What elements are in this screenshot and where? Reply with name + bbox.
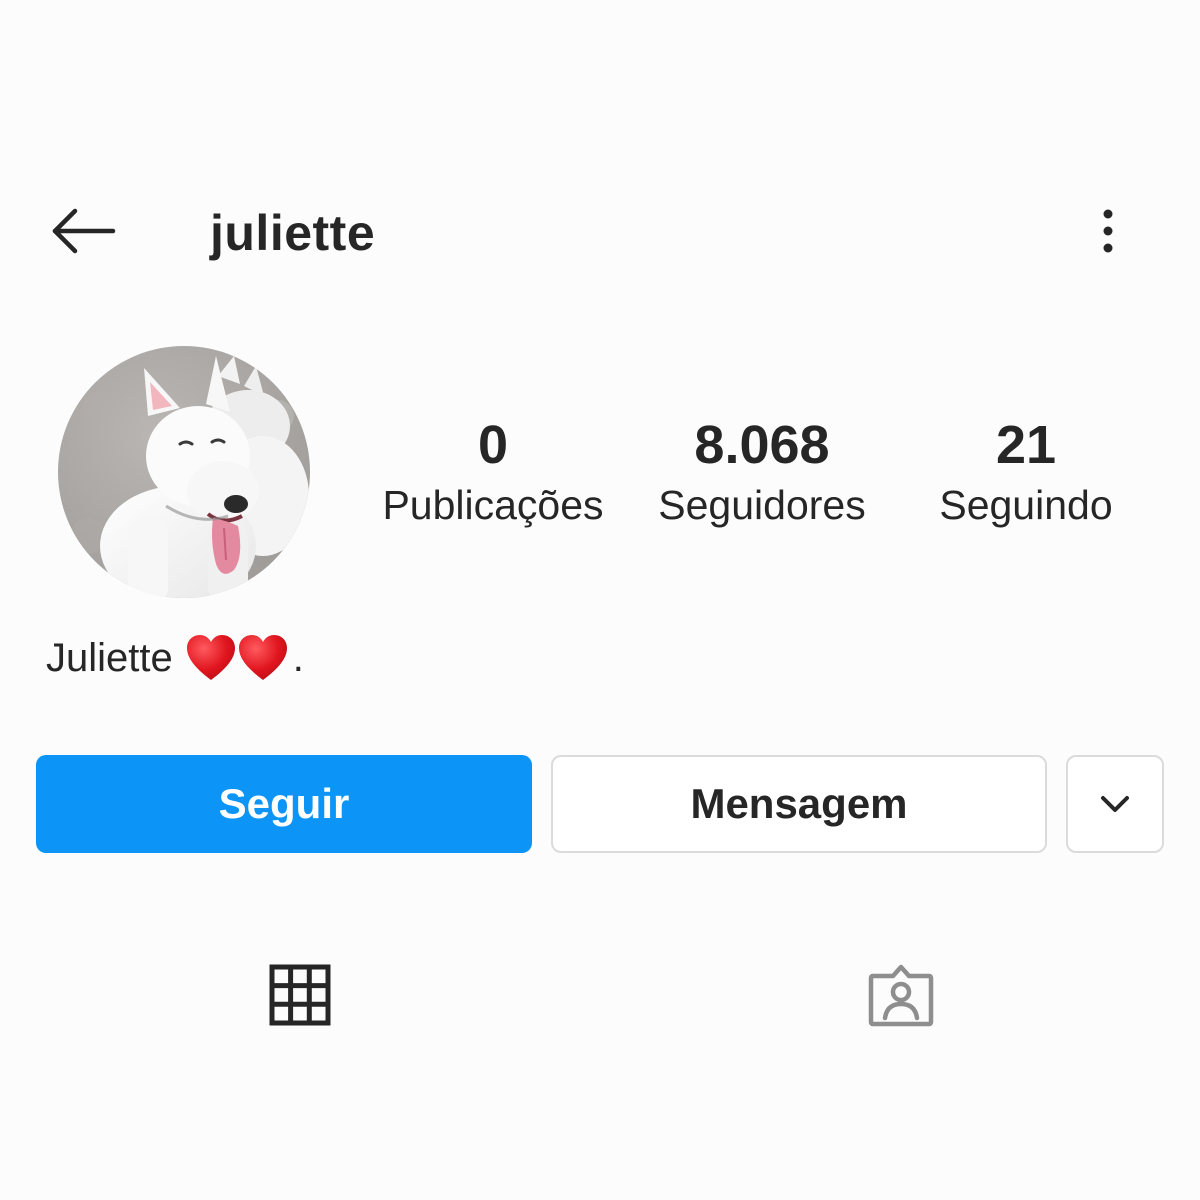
stat-posts: 0 Publicações [366,414,620,530]
stat-following-label: Seguindo [939,482,1113,528]
tab-posts-grid[interactable] [250,950,350,1040]
chevron-down-icon [1101,796,1129,812]
profile-username: juliette [210,205,376,261]
stat-following-value: 21 [995,415,1057,475]
bio-name: Juliette [46,635,173,680]
tagged-person-icon [868,964,934,1027]
tab-tagged[interactable] [851,950,951,1040]
follow-button[interactable]: Seguir [36,755,532,853]
avatar-photo [58,346,310,598]
bio-suffix: . [292,635,304,680]
stat-following[interactable]: 21 Seguindo [920,414,1132,530]
stat-followers-label: Seguidores [658,482,866,528]
message-button[interactable]: Mensagem [551,755,1047,853]
grid-icon [269,964,331,1026]
back-button[interactable] [40,198,124,264]
stat-posts-label: Publicações [382,482,604,528]
arrow-left-icon [52,208,116,254]
more-vertical-icon [1103,209,1113,253]
stat-followers-value: 8.068 [694,415,830,475]
stat-posts-value: 0 [477,415,509,475]
suggested-accounts-button[interactable] [1066,755,1164,853]
profile-bio: Juliette . [46,628,304,688]
more-options-button[interactable] [1082,198,1134,264]
red-heart-emoji-icon [185,632,289,684]
stat-followers[interactable]: 8.068 Seguidores [640,414,884,530]
profile-avatar[interactable] [58,346,310,598]
